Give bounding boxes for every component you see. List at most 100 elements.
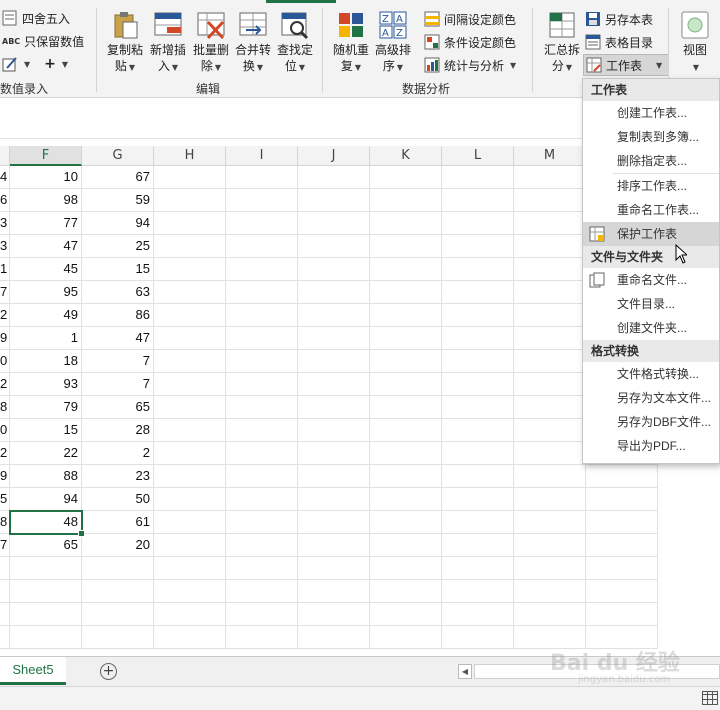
- table-cell[interactable]: [514, 396, 586, 419]
- table-cell[interactable]: [154, 511, 226, 534]
- table-cell[interactable]: [226, 419, 298, 442]
- table-cell[interactable]: [370, 557, 442, 580]
- table-cell[interactable]: [370, 419, 442, 442]
- condition-color-button[interactable]: 条件设定颜色: [424, 32, 516, 52]
- table-cell[interactable]: [514, 465, 586, 488]
- table-cell[interactable]: [298, 304, 370, 327]
- table-cell[interactable]: [0, 603, 10, 626]
- table-cell[interactable]: [298, 580, 370, 603]
- table-cell[interactable]: 65: [10, 534, 82, 557]
- table-cell[interactable]: [514, 557, 586, 580]
- table-cell[interactable]: [514, 580, 586, 603]
- table-cell[interactable]: [226, 166, 298, 189]
- table-cell[interactable]: [154, 465, 226, 488]
- table-cell[interactable]: [226, 603, 298, 626]
- table-cell[interactable]: 4: [0, 166, 10, 189]
- table-cell[interactable]: [154, 419, 226, 442]
- table-cell[interactable]: [154, 212, 226, 235]
- column-header-e[interactable]: [0, 146, 10, 166]
- menu-item[interactable]: 导出为PDF...: [583, 434, 719, 458]
- table-cell[interactable]: [298, 419, 370, 442]
- table-cell[interactable]: 15: [10, 419, 82, 442]
- table-cell[interactable]: [442, 189, 514, 212]
- column-header-k[interactable]: K: [370, 146, 442, 166]
- table-cell[interactable]: [154, 488, 226, 511]
- table-cell[interactable]: [370, 189, 442, 212]
- table-cell[interactable]: 7: [0, 281, 10, 304]
- table-cell[interactable]: 59: [82, 189, 154, 212]
- table-cell[interactable]: 63: [82, 281, 154, 304]
- save-sheet-button[interactable]: 另存本表: [585, 9, 653, 29]
- table-cell[interactable]: 6: [0, 189, 10, 212]
- table-cell[interactable]: [226, 373, 298, 396]
- table-cell[interactable]: [298, 212, 370, 235]
- table-cell[interactable]: [154, 350, 226, 373]
- table-cell[interactable]: 0: [0, 350, 10, 373]
- table-cell[interactable]: [514, 166, 586, 189]
- table-cell[interactable]: 2: [82, 442, 154, 465]
- table-cell[interactable]: [226, 442, 298, 465]
- table-cell[interactable]: [442, 419, 514, 442]
- table-cell[interactable]: 61: [82, 511, 154, 534]
- menu-item[interactable]: 删除指定表...: [583, 149, 719, 173]
- table-cell[interactable]: [154, 304, 226, 327]
- column-header-g[interactable]: G: [82, 146, 154, 166]
- table-cell[interactable]: [226, 396, 298, 419]
- table-cell[interactable]: [514, 534, 586, 557]
- table-cell[interactable]: [226, 327, 298, 350]
- table-cell[interactable]: [514, 511, 586, 534]
- table-cell[interactable]: [226, 626, 298, 649]
- table-cell[interactable]: [370, 626, 442, 649]
- table-cell[interactable]: [442, 626, 514, 649]
- table-cell[interactable]: [370, 350, 442, 373]
- table-cell[interactable]: [514, 189, 586, 212]
- table-cell[interactable]: [298, 258, 370, 281]
- table-cell[interactable]: [442, 511, 514, 534]
- table-cell[interactable]: [154, 626, 226, 649]
- column-header-m[interactable]: M: [514, 146, 586, 166]
- table-cell[interactable]: 9: [0, 465, 10, 488]
- table-cell[interactable]: 2: [0, 304, 10, 327]
- table-cell[interactable]: [514, 442, 586, 465]
- table-cell[interactable]: [442, 488, 514, 511]
- table-cell[interactable]: [442, 350, 514, 373]
- menu-item[interactable]: 文件目录...: [583, 292, 719, 316]
- table-cell[interactable]: [370, 212, 442, 235]
- table-cell[interactable]: [442, 442, 514, 465]
- table-cell[interactable]: 2: [0, 442, 10, 465]
- table-cell[interactable]: [370, 465, 442, 488]
- copy-paste-button[interactable]: 复制粘 贴 ▼: [103, 10, 147, 76]
- table-cell[interactable]: [370, 166, 442, 189]
- table-cell[interactable]: [226, 557, 298, 580]
- table-cell[interactable]: 67: [82, 166, 154, 189]
- table-cell[interactable]: 86: [82, 304, 154, 327]
- table-cell[interactable]: [370, 373, 442, 396]
- table-cell[interactable]: [586, 488, 658, 511]
- table-cell[interactable]: [298, 373, 370, 396]
- plus-icon[interactable]: +: [44, 56, 56, 72]
- table-cell[interactable]: [298, 235, 370, 258]
- table-cell[interactable]: [442, 373, 514, 396]
- table-cell[interactable]: [514, 281, 586, 304]
- table-cell[interactable]: [298, 488, 370, 511]
- table-cell[interactable]: [154, 258, 226, 281]
- table-cell[interactable]: [154, 534, 226, 557]
- table-cell[interactable]: 3: [0, 212, 10, 235]
- table-cell[interactable]: 47: [82, 327, 154, 350]
- table-cell[interactable]: 5: [0, 488, 10, 511]
- menu-item[interactable]: 保护工作表: [583, 222, 719, 246]
- table-cell[interactable]: [298, 603, 370, 626]
- table-cell[interactable]: [154, 235, 226, 258]
- table-cell[interactable]: [82, 580, 154, 603]
- table-cell[interactable]: [370, 488, 442, 511]
- column-header-h[interactable]: H: [154, 146, 226, 166]
- table-cell[interactable]: [442, 258, 514, 281]
- table-cell[interactable]: [298, 511, 370, 534]
- table-cell[interactable]: [226, 235, 298, 258]
- table-cell[interactable]: [442, 166, 514, 189]
- table-cell[interactable]: [154, 189, 226, 212]
- table-cell[interactable]: 45: [10, 258, 82, 281]
- table-cell[interactable]: [514, 350, 586, 373]
- merge-convert-button[interactable]: 合并转 换 ▼: [231, 10, 275, 76]
- table-cell[interactable]: [442, 327, 514, 350]
